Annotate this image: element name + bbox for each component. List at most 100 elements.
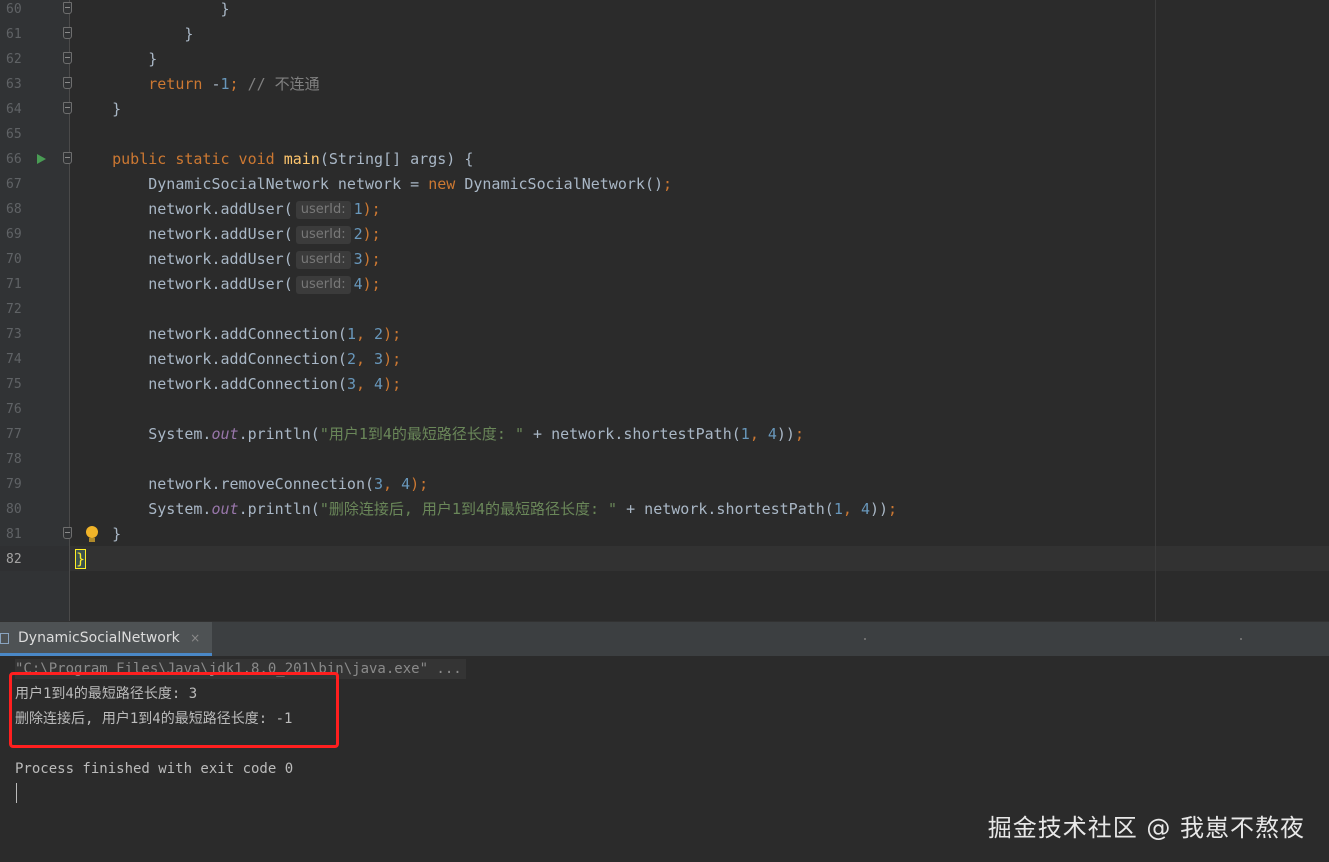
code-token: , — [749, 425, 768, 443]
code-token: 4 — [401, 475, 411, 493]
code-token: 1 — [833, 500, 843, 518]
code-line[interactable]: 60 } — [0, 0, 1329, 22]
code-line[interactable]: 62 } — [0, 47, 1329, 72]
code-line[interactable]: 65 — [0, 122, 1329, 147]
code-line[interactable]: 67 DynamicSocialNetwork network = new Dy… — [0, 172, 1329, 197]
code-line[interactable]: 64 } — [0, 97, 1329, 122]
code-token: ; — [229, 75, 248, 93]
code-token: ); — [362, 225, 381, 243]
code-text[interactable]: network.addUser(userId: 4); — [76, 272, 381, 297]
code-text[interactable]: network.addConnection(2, 3); — [76, 347, 401, 372]
code-text[interactable]: network.removeConnection(3, 4); — [76, 472, 428, 497]
highlight-annotation-box — [9, 672, 339, 748]
code-text[interactable]: network.addUser(userId: 1); — [76, 197, 381, 222]
code-token: network.addUser( — [76, 200, 293, 218]
line-number[interactable]: 61 — [6, 22, 36, 47]
fold-marker-icon[interactable] — [63, 527, 72, 539]
fold-marker-icon[interactable] — [63, 102, 72, 114]
close-icon[interactable]: × — [190, 631, 200, 645]
code-editor[interactable]: 60 } 61 } 62 } 63 return -1; // 不连通 64 } 65 66… — [0, 0, 1329, 621]
code-line[interactable]: 70 network.addUser(userId: 3); — [0, 247, 1329, 272]
code-line[interactable]: 78 — [0, 447, 1329, 472]
line-number[interactable]: 68 — [6, 197, 36, 222]
code-text[interactable]: network.addUser(userId: 3); — [76, 247, 381, 272]
code-text[interactable]: return -1; // 不连通 — [76, 72, 319, 97]
line-number[interactable]: 76 — [6, 397, 36, 422]
code-line[interactable]: 72 — [0, 297, 1329, 322]
code-token: ); — [383, 375, 402, 393]
code-text[interactable]: } — [76, 0, 229, 22]
code-token: main — [283, 150, 320, 168]
code-token: 1 — [220, 75, 230, 93]
code-text[interactable]: network.addUser(userId: 2); — [76, 222, 381, 247]
code-text[interactable]: } — [76, 522, 121, 547]
code-line[interactable]: 71 network.addUser(userId: 4); — [0, 272, 1329, 297]
code-token: , — [355, 350, 375, 368]
line-number[interactable]: 66 — [6, 147, 36, 172]
fold-marker-icon[interactable] — [63, 52, 72, 64]
code-line[interactable]: 76 — [0, 397, 1329, 422]
toolbar-separator — [1240, 638, 1242, 640]
fold-marker-icon[interactable] — [63, 152, 72, 164]
code-token: network.addUser( — [76, 225, 293, 243]
code-token: 4 — [353, 275, 363, 293]
code-token: (String[] args) { — [319, 150, 474, 168]
line-number[interactable]: 73 — [6, 322, 36, 347]
code-line[interactable]: 75 network.addConnection(3, 4); — [0, 372, 1329, 397]
code-text[interactable]: network.addConnection(1, 2); — [76, 322, 401, 347]
line-number[interactable]: 79 — [6, 472, 36, 497]
fold-marker-icon[interactable] — [63, 27, 72, 39]
code-text[interactable]: } — [74, 547, 87, 572]
code-token: 3 — [346, 375, 356, 393]
line-number[interactable]: 67 — [6, 172, 36, 197]
run-tab[interactable]: DynamicSocialNetwork × — [0, 622, 213, 656]
code-text[interactable]: network.addConnection(3, 4); — [76, 372, 401, 397]
code-token: 2 — [374, 325, 384, 343]
code-token: return — [148, 75, 203, 93]
line-number[interactable]: 71 — [6, 272, 36, 297]
line-number[interactable]: 81 — [6, 522, 36, 547]
code-text[interactable]: System.out.println("用户1到4的最短路径长度: " + ne… — [76, 422, 804, 447]
line-number[interactable]: 62 — [6, 47, 36, 72]
line-number[interactable]: 64 — [6, 97, 36, 122]
parameter-hint: userId: — [295, 201, 351, 219]
line-number[interactable]: 70 — [6, 247, 36, 272]
line-number[interactable]: 65 — [6, 122, 36, 147]
line-number[interactable]: 74 — [6, 347, 36, 372]
code-line[interactable]: 80 System.out.println("删除连接后, 用户1到4的最短路径… — [0, 497, 1329, 522]
code-text[interactable]: System.out.println("删除连接后, 用户1到4的最短路径长度:… — [76, 497, 897, 522]
line-number[interactable]: 82 — [6, 547, 36, 572]
code-token: public static void — [112, 150, 284, 168]
code-token: network.addUser( — [76, 275, 293, 293]
code-line[interactable]: 66 public static void main(String[] args… — [0, 147, 1329, 172]
code-line[interactable]: 81 } — [0, 522, 1329, 547]
parameter-hint: userId: — [295, 251, 351, 269]
line-number[interactable]: 60 — [6, 0, 36, 22]
line-number[interactable]: 72 — [6, 297, 36, 322]
code-line[interactable]: 79 network.removeConnection(3, 4); — [0, 472, 1329, 497]
line-number[interactable]: 63 — [6, 72, 36, 97]
code-text[interactable]: } — [76, 47, 157, 72]
line-number[interactable]: 69 — [6, 222, 36, 247]
line-number[interactable]: 80 — [6, 497, 36, 522]
code-line[interactable]: 61 } — [0, 22, 1329, 47]
code-line[interactable]: 73 network.addConnection(1, 2); — [0, 322, 1329, 347]
run-tab-label: DynamicSocialNetwork — [18, 630, 180, 646]
fold-marker-icon[interactable] — [63, 77, 72, 89]
code-line[interactable]: 63 return -1; // 不连通 — [0, 72, 1329, 97]
code-line[interactable]: 69 network.addUser(userId: 2); — [0, 222, 1329, 247]
run-gutter-icon[interactable] — [37, 154, 46, 164]
code-line[interactable]: 77 System.out.println("用户1到4的最短路径长度: " +… — [0, 422, 1329, 447]
code-token: + network.shortestPath( — [617, 500, 834, 518]
code-text[interactable]: public static void main(String[] args) { — [76, 147, 473, 172]
line-number[interactable]: 75 — [6, 372, 36, 397]
code-text[interactable]: } — [76, 97, 121, 122]
code-text[interactable]: } — [76, 22, 193, 47]
code-text[interactable]: DynamicSocialNetwork network = new Dynam… — [76, 172, 672, 197]
code-line[interactable]: 68 network.addUser(userId: 1); — [0, 197, 1329, 222]
line-number[interactable]: 77 — [6, 422, 36, 447]
code-line[interactable]: 74 network.addConnection(2, 3); — [0, 347, 1329, 372]
line-number[interactable]: 78 — [6, 447, 36, 472]
code-line[interactable]: 82} — [0, 547, 1329, 572]
fold-marker-icon[interactable] — [63, 2, 72, 14]
